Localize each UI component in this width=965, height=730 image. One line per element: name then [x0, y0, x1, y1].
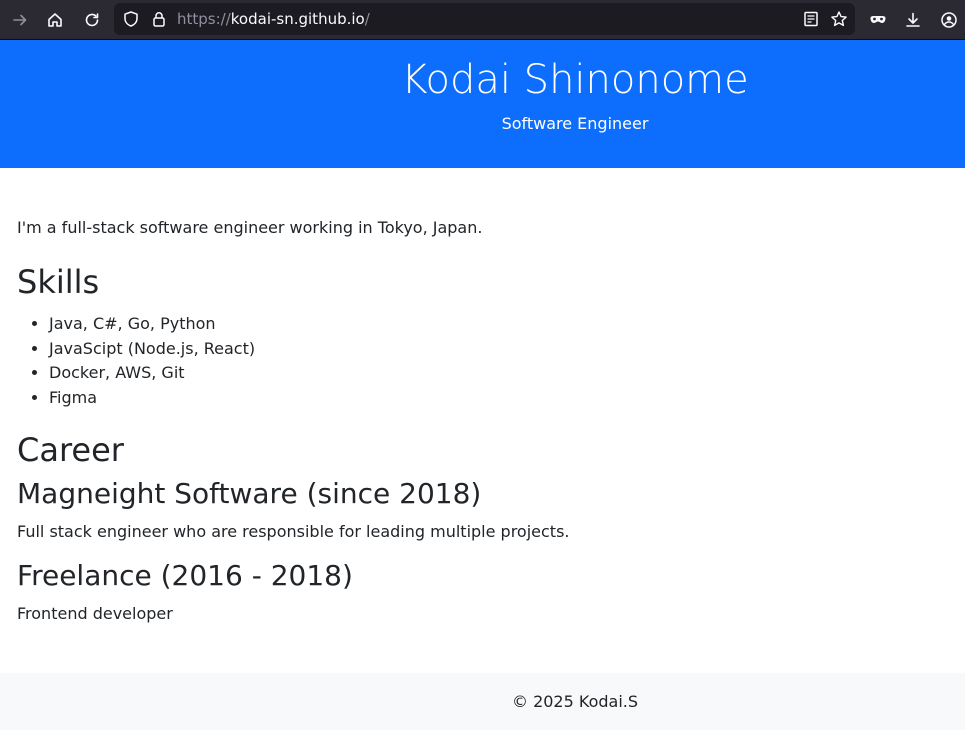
- career-entry-description: Full stack engineer who are responsible …: [17, 522, 570, 541]
- career-entry-description: Frontend developer: [17, 604, 173, 623]
- skills-heading: Skills: [17, 263, 100, 301]
- page-title: Kodai Shinonome: [401, 57, 749, 103]
- downloads-icon: [906, 12, 920, 27]
- shield-icon[interactable]: [122, 10, 140, 28]
- footer-copyright: © 2025 Kodai.S: [511, 692, 639, 711]
- private-mask-icon: [870, 16, 886, 23]
- forward-icon: [13, 14, 27, 26]
- account-icon: [941, 12, 957, 28]
- page-header: Kodai Shinonome Software Engineer: [0, 40, 965, 168]
- private-browsing-button[interactable]: [864, 6, 892, 34]
- reload-icon: [85, 13, 99, 27]
- downloads-button[interactable]: [899, 6, 927, 34]
- bookmark-star-icon[interactable]: [830, 10, 848, 28]
- career-heading: Career: [17, 431, 124, 469]
- url-scheme: https://: [177, 10, 231, 28]
- browser-toolbar: https://kodai-sn.github.io/: [0, 0, 965, 40]
- url-host: kodai-sn.github.io: [230, 10, 365, 28]
- account-button[interactable]: [935, 6, 963, 34]
- list-item: Java, C#, Go, Python: [49, 312, 255, 337]
- list-item: JavaScipt (Node.js, React): [49, 337, 255, 362]
- career-entry-title: Magneight Software (since 2018): [17, 477, 482, 510]
- home-icon: [48, 13, 62, 27]
- url-bar[interactable]: https://kodai-sn.github.io/: [114, 3, 855, 35]
- page-footer: © 2025 Kodai.S: [0, 673, 965, 730]
- url-text[interactable]: https://kodai-sn.github.io/: [177, 10, 370, 28]
- skills-list: Java, C#, Go, Python JavaScipt (Node.js,…: [17, 312, 255, 411]
- reload-button[interactable]: [78, 6, 106, 34]
- lock-icon[interactable]: [150, 10, 168, 28]
- forward-button[interactable]: [6, 6, 34, 34]
- list-item: Docker, AWS, Git: [49, 361, 255, 386]
- page-subtitle: Software Engineer: [501, 114, 649, 133]
- reader-view-icon[interactable]: [802, 10, 820, 28]
- list-item: Figma: [49, 386, 255, 411]
- career-entry-title: Freelance (2016 - 2018): [17, 559, 353, 592]
- url-path: /: [364, 10, 370, 28]
- home-button[interactable]: [41, 6, 69, 34]
- intro-text: I'm a full-stack software engineer worki…: [17, 218, 483, 237]
